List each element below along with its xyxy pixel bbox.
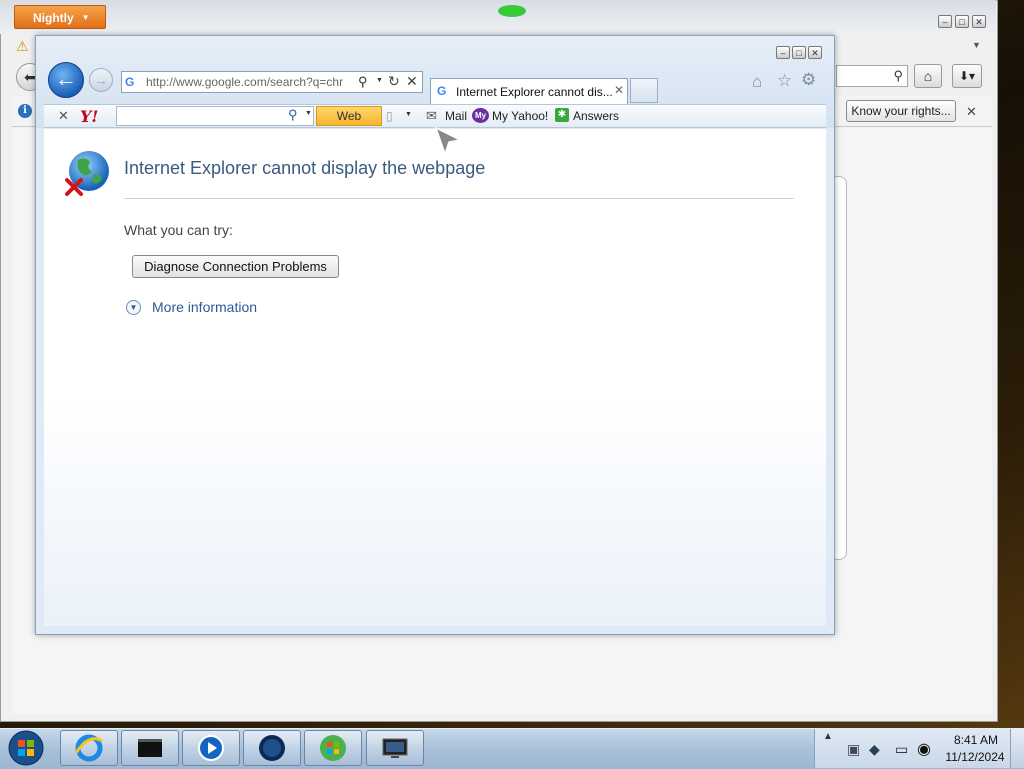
shield-icon[interactable]: ◆ (869, 741, 880, 758)
close-icon[interactable]: ✕ (966, 104, 977, 120)
gear-icon[interactable]: ⚙ (801, 70, 816, 90)
start-orb-icon[interactable] (4, 729, 48, 767)
globe-error-icon (65, 151, 109, 196)
ie-page-content (44, 129, 826, 626)
chevron-down-icon[interactable]: ▼ (376, 77, 383, 84)
chevron-down-icon[interactable]: ▼ (305, 110, 312, 117)
answers-link[interactable]: Answers (573, 109, 619, 123)
try-label: What you can try: (124, 222, 233, 238)
tab-close-icon[interactable]: ✕ (614, 83, 624, 97)
ie-close-button[interactable]: ✕ (808, 46, 822, 59)
google-favicon: G (125, 75, 135, 89)
mouse-cursor-icon (434, 126, 462, 156)
ie-back-button[interactable]: ← (48, 62, 84, 98)
media-player-icon (198, 735, 224, 761)
indicator-glow (498, 5, 526, 17)
web-search-button[interactable]: Web Search (316, 106, 382, 141)
toolbar-bookmark-icon[interactable]: ▯ (386, 109, 393, 123)
search-icon[interactable]: ⚲ (288, 107, 298, 123)
ie-maximize-button[interactable]: □ (792, 46, 806, 59)
yahoo-logo: Y! (80, 107, 99, 126)
home-button[interactable]: ⌂ (914, 64, 942, 88)
google-favicon: G (437, 84, 447, 98)
clock-time[interactable]: 8:41 AM (946, 733, 1006, 747)
chevron-down-icon[interactable]: ▼ (405, 111, 412, 118)
more-information-link[interactable]: More information (152, 299, 257, 315)
taskbar-terminal-button[interactable] (121, 730, 179, 766)
address-bar[interactable]: G http://www.google.com/search?q=chr ⚲ ▼… (121, 71, 423, 93)
clock-date[interactable]: 11/12/2024 (942, 750, 1008, 764)
tray-expand-icon[interactable]: ▲ (823, 731, 833, 742)
display-icon[interactable]: ▭ (895, 741, 908, 758)
download-icon: ⬇▾ (958, 69, 976, 83)
answers-icon: ✱ (555, 108, 569, 122)
taskbar-windows-button[interactable] (304, 730, 362, 766)
mail-icon[interactable]: ✉ (426, 108, 437, 124)
tab-title: Internet Explorer cannot dis... (456, 85, 613, 99)
mail-link[interactable]: Mail (445, 109, 467, 123)
taskbar-firefox-button[interactable] (243, 730, 301, 766)
terminal-icon (138, 739, 162, 757)
know-your-rights-button[interactable]: Know your rights... (846, 100, 956, 122)
search-icon[interactable]: ⚲ (358, 74, 368, 90)
my-yahoo-icon: My (472, 108, 489, 123)
home-icon[interactable]: ⌂ (752, 72, 762, 92)
ie-forward-button[interactable]: → (89, 68, 113, 92)
minimize-button[interactable]: – (938, 15, 952, 28)
taskbar-media-player-button[interactable] (182, 730, 240, 766)
info-icon: i (18, 104, 32, 118)
back-icon: ← (55, 66, 77, 91)
close-button[interactable]: ✕ (972, 15, 986, 28)
divider (124, 198, 794, 199)
windows-logo-icon (320, 735, 346, 761)
chevron-down-icon: ▼ (81, 13, 90, 22)
diagnose-button[interactable]: Diagnose Connection Problems (132, 255, 339, 278)
address-url[interactable]: http://www.google.com/search?q=chr (146, 75, 354, 89)
volume-icon[interactable]: ◉ (917, 739, 931, 759)
taskbar-remote-desktop-button[interactable] (366, 730, 424, 766)
ie-icon (74, 734, 103, 762)
stop-icon[interactable]: ✕ (406, 73, 418, 90)
expand-icon[interactable]: ▼ (126, 300, 141, 315)
taskbar-ie-button[interactable] (60, 730, 118, 766)
new-tab-button[interactable] (630, 78, 658, 103)
ie-minimize-button[interactable]: – (776, 46, 790, 59)
show-desktop-button[interactable] (1010, 729, 1024, 768)
firefox-search-field[interactable]: ⚲ (836, 65, 908, 87)
monitor-icon (382, 738, 408, 758)
warning-icon: ⚠ (16, 38, 29, 54)
network-icon[interactable]: ▣ (847, 741, 860, 758)
forward-icon: → (94, 72, 108, 88)
ie-tab[interactable]: G Internet Explorer cannot dis... ✕ (430, 78, 628, 104)
my-yahoo-link[interactable]: My Yahoo! (492, 109, 548, 123)
nightly-menu-button[interactable]: Nightly ▼ (14, 5, 106, 29)
maximize-button[interactable]: □ (955, 15, 969, 28)
home-icon: ⌂ (923, 68, 933, 84)
downloads-button[interactable]: ⬇▾ (952, 64, 982, 88)
toolbar-close-icon[interactable]: ✕ (58, 108, 69, 124)
yahoo-search-input[interactable] (116, 106, 314, 126)
tab-list-menu[interactable]: ▼ (972, 40, 981, 50)
star-icon[interactable]: ☆ (777, 71, 792, 91)
refresh-icon[interactable]: ↻ (388, 73, 400, 90)
search-icon[interactable]: ⚲ (893, 68, 903, 84)
firefox-icon (259, 735, 285, 761)
page-title: Internet Explorer cannot display the web… (124, 158, 486, 178)
